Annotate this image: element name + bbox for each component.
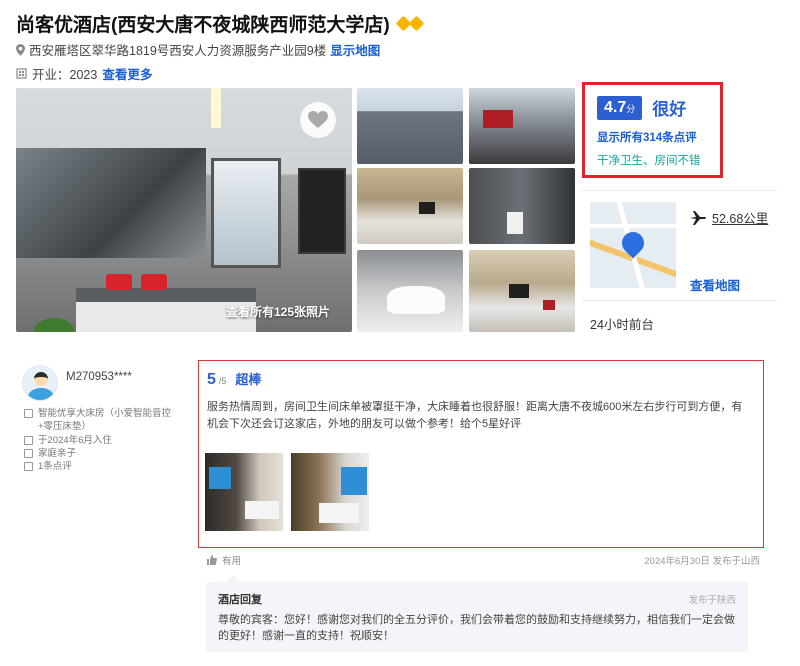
- rating-score-badge: 4.7分: [597, 95, 643, 120]
- review-tags: 干净卫生、房间不错: [597, 155, 701, 167]
- diamond-rating-icon: [395, 15, 424, 32]
- gallery-thumb-entrance[interactable]: [469, 88, 575, 164]
- opening-row: 开业：2023 查看更多: [16, 64, 152, 83]
- address-text: 西安雁塔区翠华路1819号西安人力资源服务产业园9楼: [29, 44, 327, 58]
- rating-summary: 4.7分 很好 显示所有314条点评 干净卫生、房间不错: [582, 82, 723, 178]
- opening-year: 开业：2023: [32, 68, 98, 82]
- reviewer-name: M270953****: [66, 371, 132, 383]
- show-map-link[interactable]: 显示地图: [330, 40, 380, 59]
- divider: [582, 300, 777, 301]
- airport-distance: 52.68公里: [690, 208, 768, 227]
- rating-word: 很好: [652, 100, 687, 119]
- distance-text[interactable]: 52.68公里: [712, 208, 768, 227]
- gallery-thumb-bathroom[interactable]: [469, 168, 575, 244]
- review-score-word: 超棒: [235, 372, 262, 387]
- see-more-link[interactable]: 查看更多: [102, 64, 152, 83]
- front-desk-info: 24小时前台: [590, 318, 654, 332]
- bed-icon: [24, 409, 33, 418]
- building-icon: [16, 68, 27, 79]
- family-icon: [24, 449, 33, 458]
- calendar-icon: [24, 436, 33, 445]
- reply-title: 酒店回复: [218, 594, 262, 606]
- address-row: 西安雁塔区翠华路1819号西安人力资源服务产业园9楼 显示地图: [16, 40, 380, 59]
- hotel-name: 尚客优酒店(西安大唐不夜城陕西师范大学店): [16, 15, 390, 36]
- thumbs-up-icon: [207, 555, 217, 565]
- gallery-thumb-bedroom[interactable]: [469, 250, 575, 332]
- review-text: 服务热情周到，房间卫生间床单被罩挺干净，大床睡着也很舒服！距离大唐不夜城600米…: [207, 401, 743, 430]
- favorite-heart-button[interactable]: [300, 102, 336, 138]
- comment-icon: [24, 462, 33, 471]
- gallery-thumb-building[interactable]: [357, 88, 463, 164]
- review-count: 1条点评: [24, 460, 72, 473]
- posted-date: 2024年6月30日 发布于山西: [644, 556, 760, 567]
- gallery-thumb-room[interactable]: [357, 168, 463, 244]
- hotel-reply: 酒店回复 发布于陕西 尊敬的宾客：您好！感谢您对我们的全五分评价，我们会带着您的…: [206, 575, 748, 652]
- useful-button[interactable]: 有用: [207, 553, 241, 567]
- gallery-thumb-toilet[interactable]: [357, 250, 463, 332]
- reply-text: 尊敬的宾客：您好！感谢您对我们的全五分评价，我们会带着您的鼓励和支持继续努力，相…: [218, 614, 735, 642]
- view-map-link[interactable]: 查看地图: [690, 275, 740, 294]
- avatar: [22, 365, 58, 401]
- review-card: 5 /5 超棒 服务热情周到，房间卫生间床单被罩挺干净，大床睡着也很舒服！距离大…: [198, 360, 764, 548]
- map-thumbnail[interactable]: [590, 202, 676, 288]
- airplane-icon: [690, 210, 706, 225]
- review-photo[interactable]: [205, 453, 283, 531]
- review-score: 5 /5 超棒: [207, 371, 262, 388]
- location-pin-icon: [16, 43, 25, 56]
- heart-icon: [308, 111, 328, 128]
- hotel-title: 尚客优酒店(西安大唐不夜城陕西师范大学店): [16, 10, 424, 37]
- stay-date: 于2024年6月入住: [24, 434, 112, 447]
- room-type: 智能优享大床房（小爱智能音控+零压床垫）: [24, 407, 174, 433]
- review-photo[interactable]: [291, 453, 369, 531]
- divider: [582, 190, 777, 191]
- all-reviews-link[interactable]: 显示所有314条点评: [597, 129, 720, 145]
- trip-type: 家庭亲子: [24, 447, 76, 460]
- all-photos-link[interactable]: 查看所有125张照片: [226, 303, 330, 320]
- reply-location: 发布于陕西: [688, 595, 736, 606]
